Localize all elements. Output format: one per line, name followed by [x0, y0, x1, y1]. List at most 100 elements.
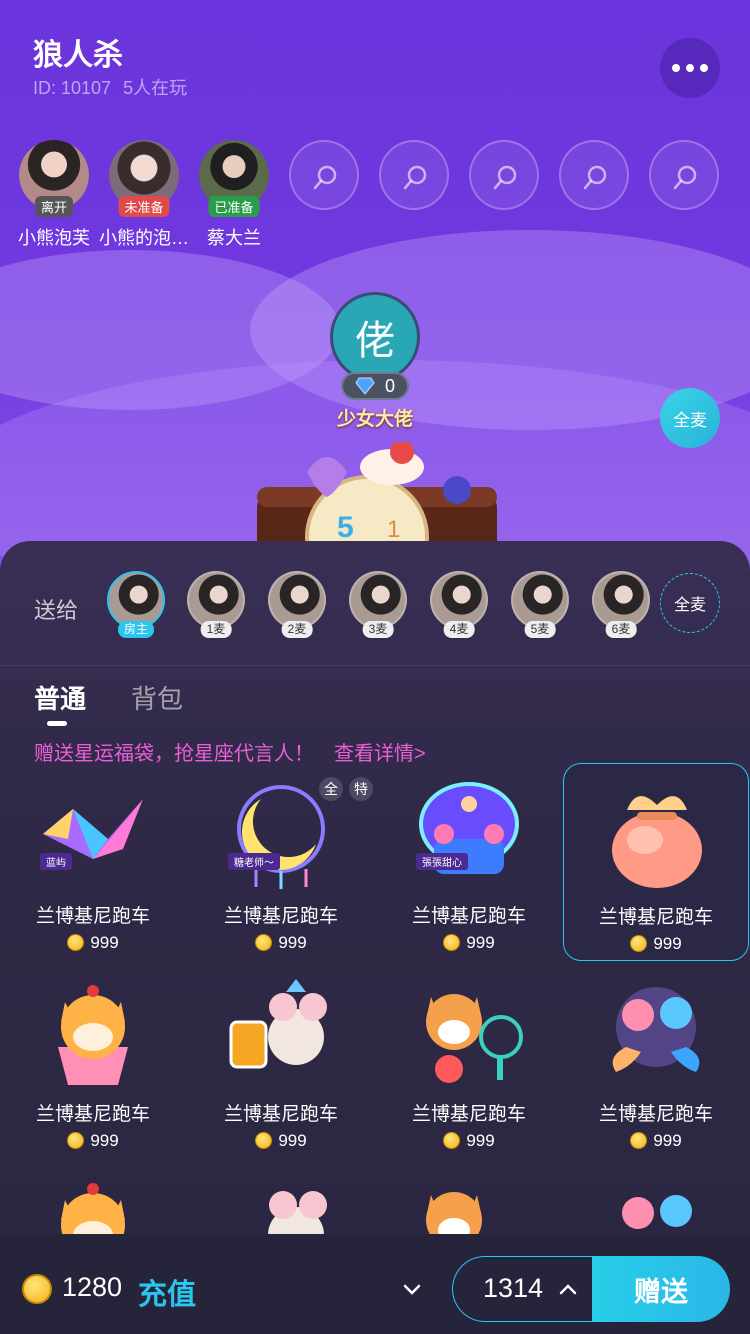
recipient-tag: 5麦 [524, 621, 556, 638]
mouse-juice-icon [229, 979, 327, 1069]
send-bar: 1280 充值 1314 赠送 [0, 1234, 750, 1334]
room-id: ID: 10107 [33, 78, 112, 98]
search-icon [673, 165, 697, 190]
more-button[interactable] [660, 38, 720, 98]
tab-normal[interactable]: 普通 [34, 679, 86, 716]
status-badge: 未准备 [118, 196, 170, 217]
quantity-value: 1314 [483, 1273, 544, 1303]
search-icon [403, 165, 427, 190]
dot-icon [700, 64, 708, 72]
owner-tag: 糖老师～ [228, 853, 280, 870]
svg-text:1: 1 [387, 516, 400, 543]
recipient-mic-2[interactable]: 2麦 [268, 571, 326, 638]
all-mic-recipient-button[interactable]: 全麦 [660, 573, 720, 633]
svg-text:5: 5 [337, 511, 354, 544]
gift-name: 兰博基尼跑车 [598, 907, 713, 928]
room-subtitle: ID: 10107 5人在玩 [33, 74, 199, 100]
gift-name: 兰博基尼跑车 [35, 906, 150, 927]
coin-balance: 1280 [62, 1272, 123, 1302]
gift-item[interactable] [188, 1159, 374, 1236]
gift-price-value: 999 [466, 1131, 495, 1150]
coin-icon [22, 1274, 52, 1304]
gift-item[interactable] [0, 1159, 186, 1236]
recipient-host[interactable]: 房主 [107, 571, 165, 638]
gift-price: 999 [564, 934, 748, 954]
gift-name: 兰博基尼跑车 [598, 1104, 713, 1125]
shiba-cup-icon [61, 1183, 125, 1236]
special-tag: 特 [349, 777, 373, 801]
recipient-mic-4[interactable]: 4麦 [430, 571, 488, 638]
gift-item-selected[interactable]: 兰博基尼跑车 999 [563, 763, 749, 961]
gift-item[interactable] [376, 1159, 562, 1236]
mouse-juice-icon [268, 1191, 327, 1236]
gift-item[interactable]: 兰博基尼跑车 999 [563, 961, 749, 1159]
gift-price: 999 [188, 1131, 374, 1151]
gift-price-value: 999 [278, 1131, 307, 1150]
send-to-label: 送给 [34, 598, 79, 623]
empty-seat[interactable] [649, 140, 719, 210]
lucky-bag-icon [612, 796, 702, 888]
diamond-value: 0 [384, 375, 395, 396]
corgi-fan-icon [426, 1192, 482, 1236]
gift-item[interactable] [563, 1159, 749, 1236]
gift-name: 兰博基尼跑车 [411, 1104, 526, 1125]
coin-icon [630, 935, 648, 952]
recipient-mic-6[interactable]: 6麦 [592, 571, 650, 638]
owner-tag: 蓝屿 [40, 853, 72, 870]
chevron-down-icon[interactable] [400, 1278, 424, 1302]
tab-backpack[interactable]: 背包 [131, 679, 183, 716]
shiba-cup-icon [58, 985, 128, 1085]
seat-name: 小熊泡芙 [18, 228, 90, 248]
recipient-mic-3[interactable]: 3麦 [349, 571, 407, 638]
gift-panel: 送给 房主 1麦 2麦 3麦 4麦 5麦 6麦 全麦 普通 背包 赠送星运福袋，… [0, 541, 750, 1334]
gift-price-value: 999 [90, 1131, 119, 1150]
recharge-button[interactable]: 充值 [138, 1271, 196, 1313]
recipient-mic-1[interactable]: 1麦 [187, 571, 245, 638]
coin-icon [255, 1132, 273, 1149]
corgi-fan-icon [426, 994, 523, 1083]
gift-item[interactable]: 兰博基尼跑车 999 [0, 961, 186, 1159]
gift-name: 兰博基尼跑车 [411, 906, 526, 927]
music-box-icon [419, 782, 519, 874]
owner-tag: 張張甜心 [416, 853, 468, 870]
recipient-tag: 房主 [117, 621, 155, 638]
gift-price-value: 999 [278, 933, 307, 952]
diamond-count: 0 [341, 372, 409, 400]
empty-seat[interactable] [289, 140, 359, 210]
gift-item[interactable]: 張張甜心 兰博基尼跑车 999 [376, 763, 562, 961]
gift-price: 999 [0, 933, 186, 953]
all-mic-button[interactable]: 全麦 [660, 388, 720, 448]
gift-item[interactable]: 兰博基尼跑车 999 [376, 961, 562, 1159]
recipient-mic-5[interactable]: 5麦 [511, 571, 569, 638]
coin-icon [67, 1132, 85, 1149]
gift-price: 999 [0, 1131, 186, 1151]
coin-icon [255, 934, 273, 951]
paper-crane-icon [43, 799, 143, 859]
empty-seat[interactable] [379, 140, 449, 210]
chevron-up-icon[interactable] [557, 1279, 579, 1301]
send-gift-button[interactable]: 赠送 [592, 1256, 730, 1322]
recipient-tag: 4麦 [443, 621, 475, 638]
empty-seat[interactable] [559, 140, 629, 210]
coin-icon [443, 934, 461, 951]
host-name: 少女大佬 [336, 409, 413, 430]
search-icon [493, 165, 517, 190]
coin-icon [443, 1132, 461, 1149]
recipient-tag: 6麦 [605, 621, 637, 638]
gift-item[interactable]: 兰博基尼跑车 999 [188, 961, 374, 1159]
recipient-tag: 1麦 [200, 621, 232, 638]
room-title: 狼人杀 [33, 39, 123, 72]
gift-name: 兰博基尼跑车 [223, 1104, 338, 1125]
gift-item[interactable]: 蓝屿 兰博基尼跑车 999 [0, 763, 186, 961]
status-badge: 已准备 [208, 196, 260, 217]
divider [0, 665, 750, 666]
gift-item[interactable]: 全 特 糖老师～ 兰博基尼跑车 999 [188, 763, 374, 961]
coin-icon [630, 1132, 648, 1149]
gift-price: 999 [188, 933, 374, 953]
gift-grid: 蓝屿 兰博基尼跑车 999 全 特 糖老师～ 兰博基尼跑车 999 張張甜心 兰… [0, 761, 750, 1236]
empty-seat[interactable] [469, 140, 539, 210]
pisces-icon [612, 987, 700, 1072]
host-avatar[interactable]: 佬 [330, 292, 420, 382]
gift-price-value: 999 [466, 933, 495, 952]
search-icon [583, 165, 607, 190]
